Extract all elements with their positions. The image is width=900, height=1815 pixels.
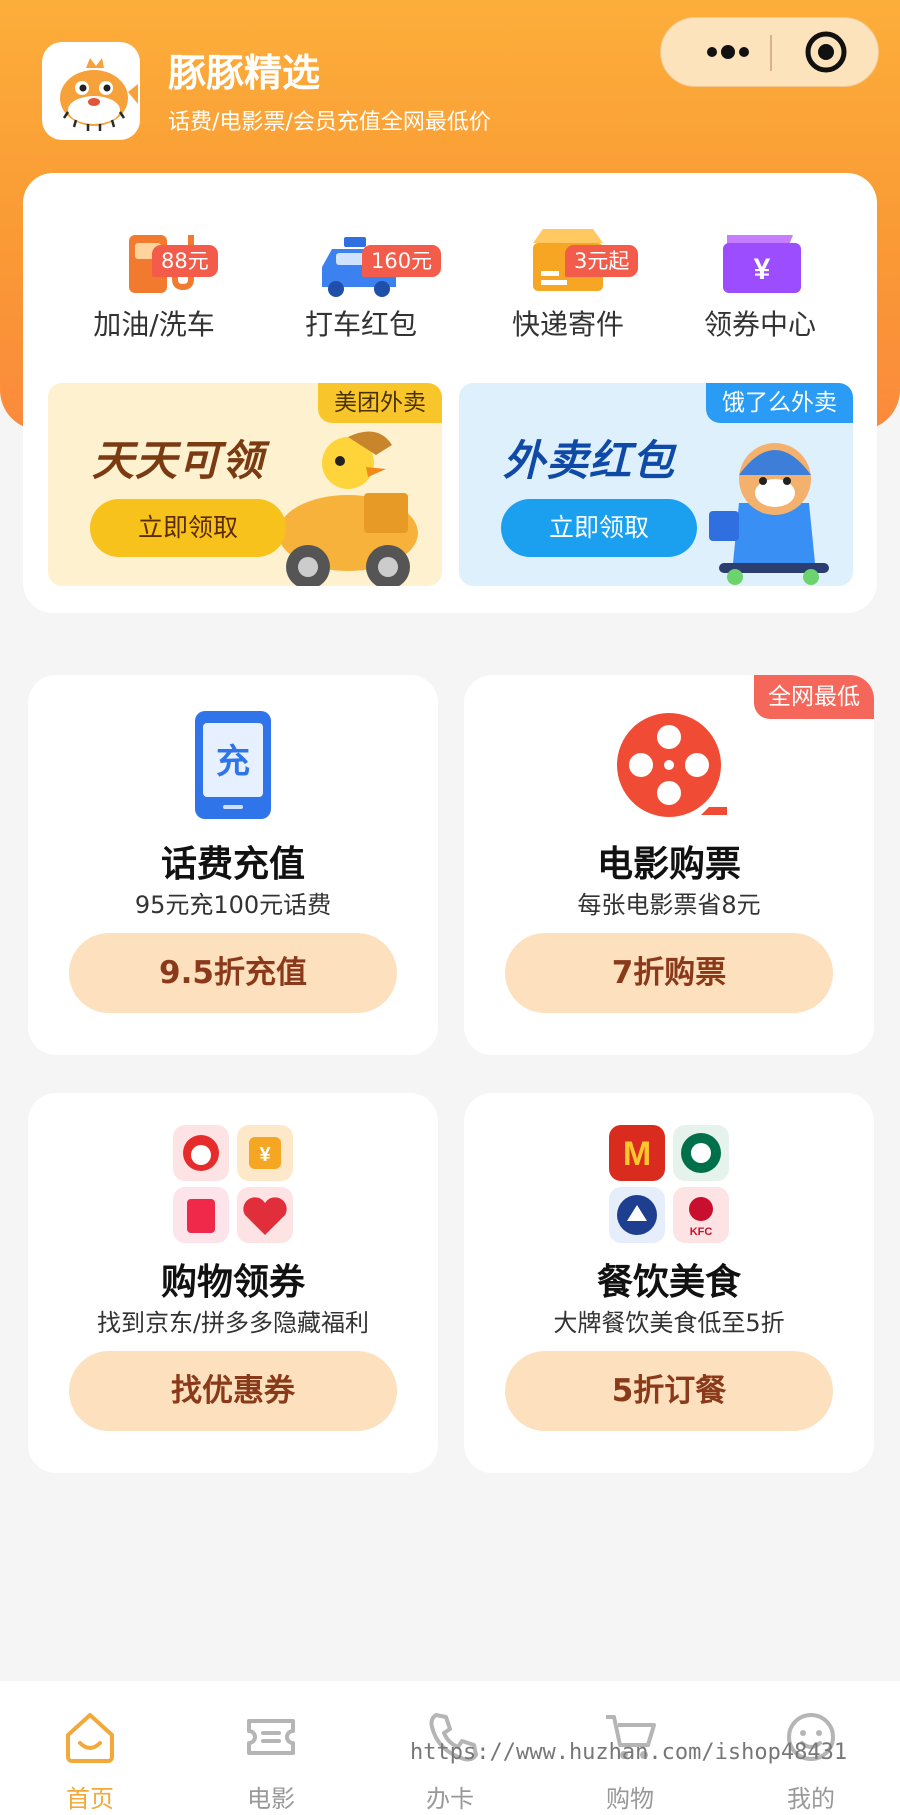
shopping-subtitle: 找到京东/拼多多隐藏福利	[96, 1309, 370, 1337]
service-card-shopping[interactable]: ¥ 购物领券 找到京东/拼多多隐藏福利 找优惠券	[28, 1093, 438, 1473]
food-subtitle: 大牌餐饮美食低至5折	[553, 1309, 785, 1337]
express-label: 快递寄件	[511, 308, 624, 341]
lowest-price-badge: 全网最低	[754, 675, 874, 719]
capsule-divider	[770, 35, 772, 71]
top-services-card: 88元 加油/洗车 160元 打车红包 3元起 快递寄件 ¥ 领券中心 美团外卖…	[23, 173, 877, 613]
eleme-claim-button[interactable]: 立即领取	[501, 499, 697, 557]
gas-badge: 88元	[152, 245, 218, 277]
meituan-claim-button[interactable]: 立即领取	[90, 499, 286, 557]
svg-text:¥: ¥	[754, 253, 771, 286]
movie-buy-button[interactable]: 7折购票	[505, 933, 833, 1013]
food-title: 餐饮美食	[596, 1262, 741, 1303]
eleme-title: 外卖红包	[503, 436, 676, 485]
pufferfish-logo-icon	[60, 58, 138, 131]
svg-text:充: 充	[216, 742, 250, 782]
phone-recharge-icon: 充	[133, 707, 333, 825]
more-dots-icon[interactable]	[681, 18, 771, 86]
mini-program-capsule	[660, 17, 879, 87]
shopping-title: 购物领券	[160, 1262, 305, 1303]
app-subtitle: 话费/电影票/会员充值全网最低价	[168, 110, 491, 135]
tab-card-label: 办卡	[426, 1785, 474, 1813]
food-brands-icon: M KFC	[569, 1125, 769, 1243]
phone-title: 话费充值	[160, 844, 305, 885]
svg-text:¥: ¥	[259, 1144, 271, 1166]
tab-shopping-label: 购物	[606, 1785, 654, 1813]
svg-text:M: M	[623, 1135, 651, 1173]
service-card-phone[interactable]: 充 话费充值 95元充100元话费 9.5折充值	[28, 675, 438, 1055]
yuan-ticket-icon: ¥	[665, 209, 855, 299]
tab-mine-label: 我的	[787, 1785, 835, 1813]
phone-recharge-button[interactable]: 9.5折充值	[69, 933, 397, 1013]
service-card-food[interactable]: M KFC 餐饮美食 大牌餐饮美食低至5折 5折订餐	[464, 1093, 874, 1473]
service-card-movie[interactable]: 全网最低 电影购票 每张电影票省8元 7折购票	[464, 675, 874, 1055]
eleme-banner[interactable]: 饿了么外卖 外卖红包 立即领取	[459, 383, 853, 586]
tab-home-label: 首页	[66, 1785, 114, 1813]
watermark-url: https://www.huzhan.com/ishop48431	[410, 1740, 848, 1765]
home-icon	[60, 1707, 120, 1767]
quick-item-coupon-center[interactable]: ¥ 领券中心	[665, 209, 855, 341]
express-badge: 3元起	[565, 245, 639, 277]
ticket-icon	[241, 1707, 301, 1767]
svg-text:KFC: KFC	[690, 1226, 713, 1238]
quick-item-gas[interactable]: 88元 加油/洗车	[59, 209, 249, 341]
coupon-center-label: 领券中心	[703, 308, 816, 341]
quick-item-express[interactable]: 3元起 快递寄件	[473, 209, 663, 341]
tab-movie-label: 电影	[247, 1785, 295, 1813]
film-reel-icon	[569, 707, 769, 825]
movie-title: 电影购票	[596, 844, 741, 885]
taxi-badge: 160元	[362, 245, 442, 277]
meituan-tag: 美团外卖	[318, 383, 442, 423]
shopping-apps-icon: ¥	[133, 1125, 333, 1243]
meituan-title: 天天可领	[92, 436, 265, 485]
app-title: 豚豚精选	[168, 51, 321, 95]
meituan-banner[interactable]: 美团外卖 天天可领 立即领取	[48, 383, 442, 586]
order-food-button[interactable]: 5折订餐	[505, 1351, 833, 1431]
movie-subtitle: 每张电影票省8元	[577, 891, 761, 919]
app-logo	[42, 42, 140, 140]
find-coupon-button[interactable]: 找优惠券	[69, 1351, 397, 1431]
gas-label: 加油/洗车	[93, 308, 215, 341]
taxi-label: 打车红包	[304, 308, 417, 341]
tab-movie[interactable]: 电影	[201, 1681, 341, 1815]
phone-subtitle: 95元充100元话费	[134, 891, 332, 919]
quick-item-taxi[interactable]: 160元 打车红包	[266, 209, 456, 341]
tab-home[interactable]: 首页	[20, 1681, 160, 1815]
eleme-tag: 饿了么外卖	[706, 383, 853, 423]
target-circle-icon[interactable]	[791, 18, 861, 86]
